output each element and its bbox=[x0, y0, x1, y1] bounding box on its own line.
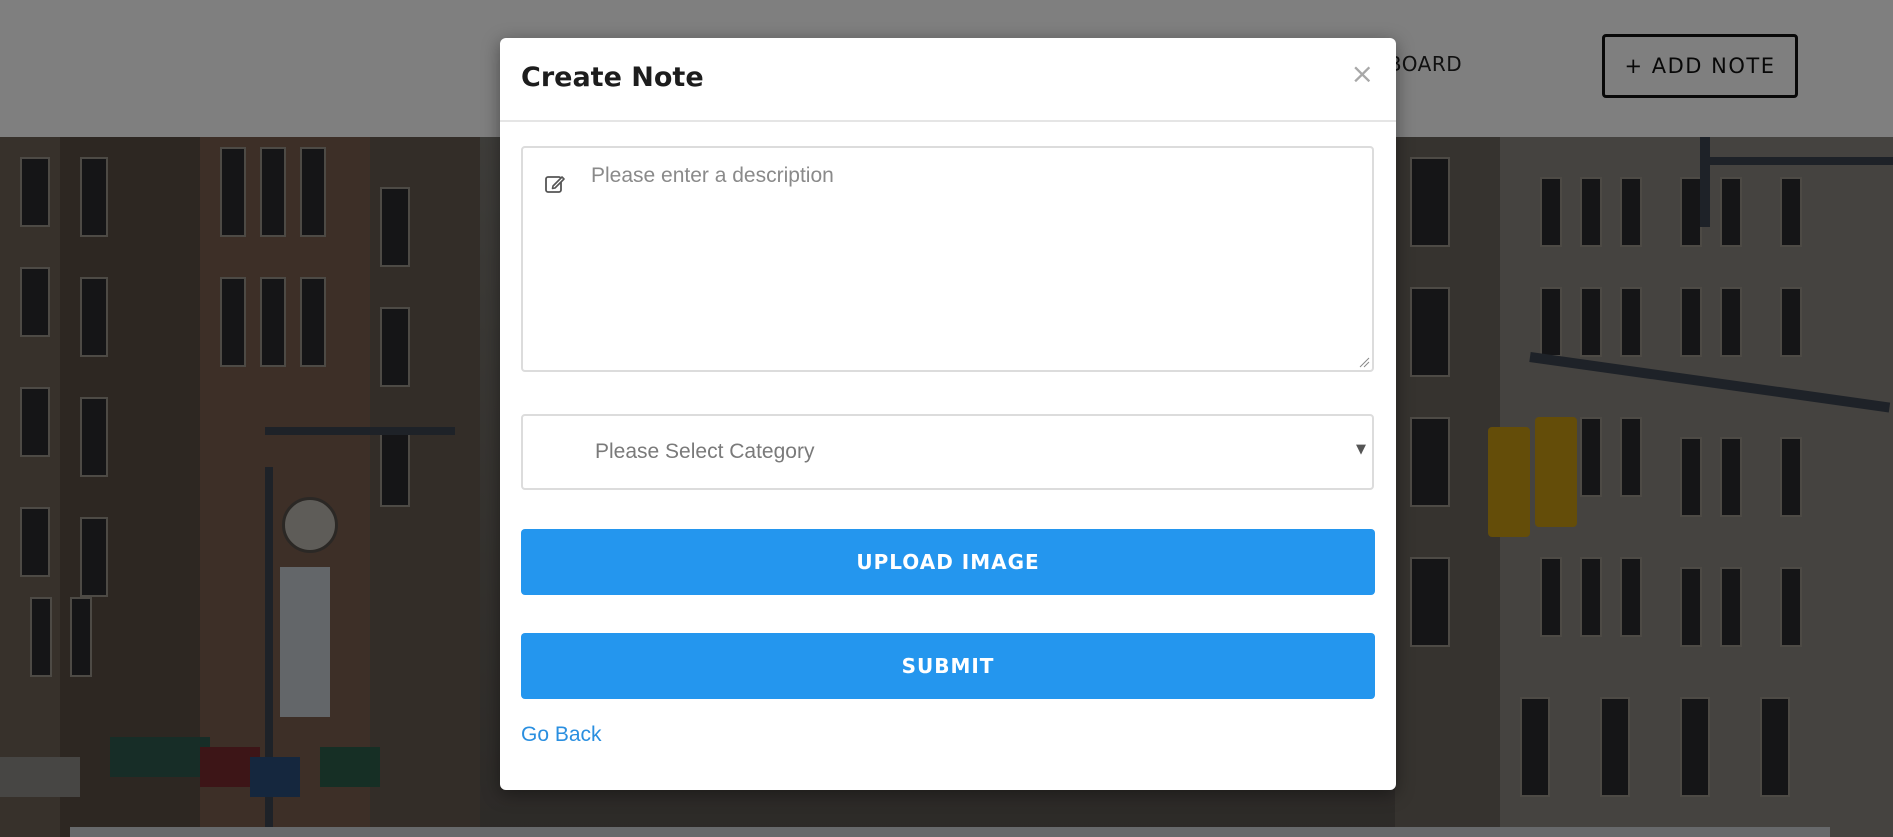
submit-button[interactable]: SUBMIT bbox=[521, 633, 1375, 699]
description-field[interactable] bbox=[521, 146, 1374, 372]
modal-header: Create Note × bbox=[500, 38, 1396, 122]
description-input[interactable] bbox=[589, 162, 1353, 356]
modal-title: Create Note bbox=[521, 62, 704, 93]
page: ASHBOARD + ADD NOTE bbox=[0, 0, 1893, 837]
go-back-link[interactable]: Go Back bbox=[521, 723, 602, 747]
resize-grip-icon[interactable] bbox=[1358, 356, 1370, 368]
upload-image-button[interactable]: UPLOAD IMAGE bbox=[521, 529, 1375, 595]
chevron-down-icon: ▼ bbox=[1356, 442, 1366, 457]
edit-icon bbox=[545, 176, 565, 193]
category-select[interactable]: Please Select Category ▼ bbox=[521, 414, 1374, 490]
category-select-value: Please Select Category bbox=[595, 440, 815, 463]
create-note-modal: Create Note × Please Select Category ▼ U… bbox=[500, 38, 1396, 790]
close-icon[interactable]: × bbox=[1351, 60, 1374, 88]
